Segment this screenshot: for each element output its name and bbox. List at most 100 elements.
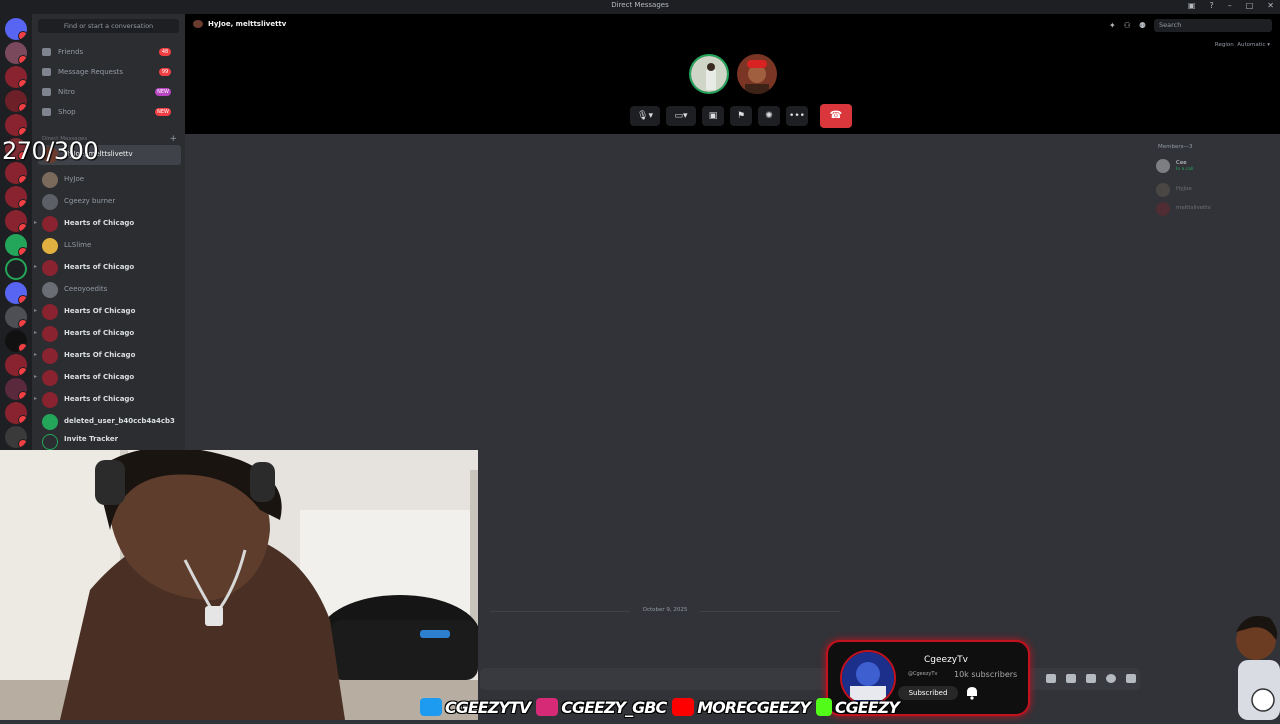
apps-icon[interactable]	[1126, 674, 1136, 683]
member-item[interactable]: HyJoe	[1156, 182, 1276, 198]
gift-icon[interactable]	[1046, 674, 1056, 683]
dm-item[interactable]: LLSlime	[38, 236, 181, 256]
youtube-icon	[672, 698, 695, 716]
minimize-icon[interactable]: –	[1228, 1, 1232, 10]
add-dm-icon[interactable]: +	[169, 134, 177, 144]
emoji-icon[interactable]	[1106, 674, 1116, 683]
members-header: Members—3	[1158, 144, 1193, 150]
nav-label: Friends	[58, 48, 84, 56]
members-list: Members—3 Cee In a call HyJoe melttslive…	[1150, 140, 1280, 230]
count-badge: 99	[159, 68, 171, 76]
server-icon[interactable]	[5, 42, 27, 64]
avatar	[42, 370, 58, 386]
member-name: melttslivettv	[1176, 205, 1211, 211]
microphone-toggle[interactable]: 🎙︎▾	[630, 106, 660, 126]
avatar	[42, 172, 58, 188]
webcam-image	[0, 450, 478, 720]
soundboard-icon[interactable]: ✺	[758, 106, 780, 126]
dm-group-item[interactable]: ▸ Hearts of Chicago	[34, 368, 181, 388]
server-icon[interactable]	[5, 114, 27, 136]
find-conversation-input[interactable]: Find or start a conversation	[38, 19, 179, 33]
add-friend-icon[interactable]: ⚇	[1124, 21, 1131, 30]
dm-name: HyJoe	[64, 175, 85, 183]
close-icon[interactable]: ✕	[1267, 1, 1274, 10]
subscribed-button[interactable]: Subscribed	[898, 686, 958, 700]
pin-icon[interactable]: ✦	[1109, 21, 1116, 30]
avatar	[42, 260, 58, 276]
screen-share-icon[interactable]: ▣	[702, 106, 724, 126]
help-icon[interactable]: ?	[1209, 1, 1213, 10]
nav-label: Message Requests	[58, 68, 123, 76]
handle-text: CGEEZYTV	[445, 697, 531, 717]
hang-up-button[interactable]: ☎	[820, 104, 852, 128]
server-icon[interactable]	[5, 282, 27, 304]
maximize-icon[interactable]: □	[1246, 1, 1254, 10]
dm-group-item[interactable]: deleted_user_b40ccb4a4cb3	[38, 412, 181, 432]
dm-item[interactable]: Ceeoyoedits	[38, 280, 181, 300]
dm-group-item[interactable]: ▸ Hearts of Chicago	[34, 324, 181, 344]
chevron-right-icon: ▸	[34, 263, 38, 270]
server-icon[interactable]	[5, 354, 27, 376]
sticker-icon[interactable]	[1086, 674, 1096, 683]
avatar	[42, 326, 58, 342]
dm-group-item[interactable]: Invite Tracker	[38, 432, 181, 452]
nav-nitro[interactable]: Nitro NEW	[38, 84, 179, 100]
server-icon[interactable]	[5, 306, 27, 328]
more-options-icon[interactable]: •••	[786, 106, 808, 126]
call-participant-avatar[interactable]	[689, 54, 729, 94]
dm-group-item[interactable]: ▸ Hearts Of Chicago	[34, 302, 181, 322]
handle-text: CGEEZY	[834, 697, 900, 717]
dm-sidebar: Find or start a conversation Friends 48 …	[32, 14, 185, 450]
avatar	[42, 194, 58, 210]
server-icon[interactable]	[5, 378, 27, 400]
member-name: Cee	[1176, 160, 1187, 166]
dm-name: LLSlime	[64, 241, 92, 249]
dm-group-item[interactable]: ▸ Hearts Of Chicago	[34, 346, 181, 366]
server-rail	[0, 14, 32, 450]
member-name: HyJoe	[1176, 186, 1192, 192]
channel-name: CgeezyTv	[924, 655, 968, 665]
nav-shop[interactable]: Shop NEW	[38, 104, 179, 120]
server-icon[interactable]	[5, 426, 27, 448]
avatar	[42, 216, 58, 232]
dm-item[interactable]: HyJoe	[38, 170, 181, 190]
server-icon[interactable]	[5, 330, 27, 352]
server-icon[interactable]	[5, 186, 27, 208]
call-participant-avatar[interactable]	[737, 54, 777, 94]
inbox-icon[interactable]: ▣	[1188, 1, 1196, 10]
call-title: HyJoe, melttslivettv	[208, 20, 287, 28]
dm-name: Invite Tracker	[64, 435, 119, 443]
server-icon[interactable]	[5, 90, 27, 112]
add-server-icon[interactable]	[5, 258, 27, 280]
region-selector[interactable]: Region Automatic ▾	[1215, 42, 1270, 48]
search-input[interactable]: Search	[1154, 19, 1272, 32]
message-input[interactable]	[480, 668, 1140, 690]
members-icon[interactable]: ⚉	[1139, 21, 1146, 30]
dm-item[interactable]: Cgeezy burner	[38, 192, 181, 212]
count-badge: 48	[159, 48, 171, 56]
youtube-handle: MORECGEEZY	[672, 698, 811, 717]
gif-icon[interactable]	[1066, 674, 1076, 683]
mail-icon	[42, 68, 51, 76]
activities-icon[interactable]: ⚑	[730, 106, 752, 126]
nav-message-requests[interactable]: Message Requests 99	[38, 64, 179, 80]
server-icon[interactable]	[5, 234, 27, 256]
dm-group-item[interactable]: ▸ Hearts of Chicago	[34, 258, 181, 278]
dm-group-item[interactable]: ▸ Hearts of Chicago	[34, 390, 181, 410]
server-icon[interactable]	[5, 66, 27, 88]
avatar	[42, 414, 58, 430]
avatar	[1156, 183, 1170, 197]
avatar	[1156, 202, 1170, 216]
server-icon[interactable]	[5, 162, 27, 184]
chevron-right-icon: ▸	[34, 329, 38, 336]
camera-toggle[interactable]: ▭▾	[666, 106, 696, 126]
server-icon[interactable]	[5, 210, 27, 232]
dm-group-item[interactable]: ▸ Hearts of Chicago	[34, 214, 181, 234]
member-item[interactable]: Cee In a call	[1156, 158, 1276, 174]
discord-home-icon[interactable]	[5, 18, 27, 40]
bell-icon[interactable]	[964, 684, 980, 700]
dm-name: deleted_user_b40ccb4a4cb3	[64, 417, 175, 425]
nav-friends[interactable]: Friends 48	[38, 44, 179, 60]
member-item[interactable]: melttslivettv	[1156, 201, 1276, 217]
server-icon[interactable]	[5, 402, 27, 424]
